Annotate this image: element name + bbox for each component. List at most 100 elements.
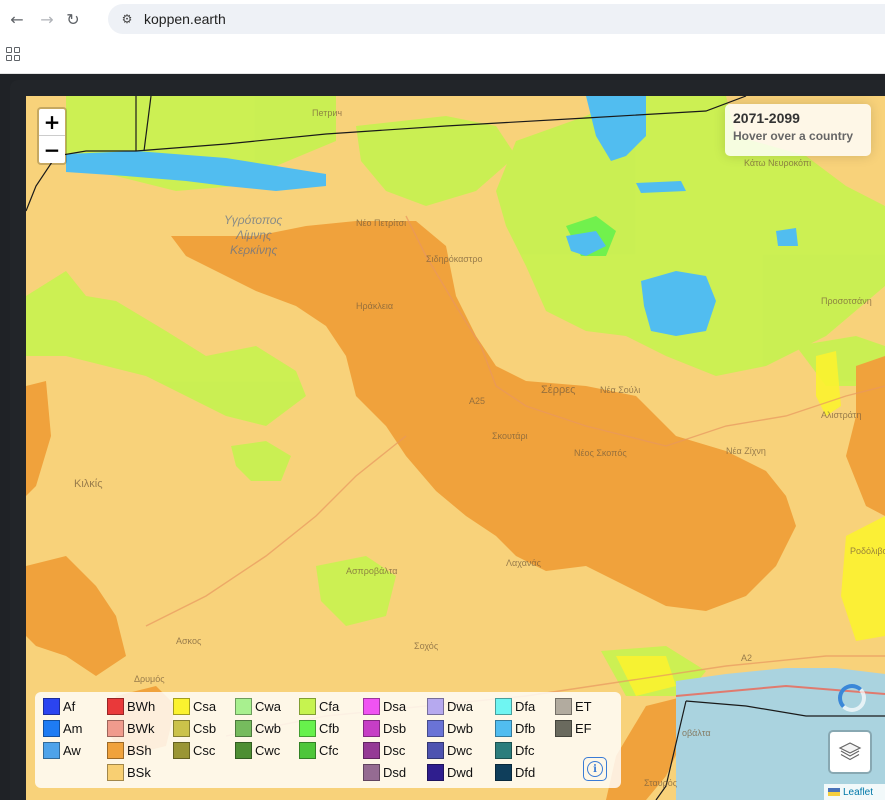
legend-item-dfa: Dfa	[495, 697, 535, 715]
legend-swatch	[495, 763, 512, 781]
forward-arrow-icon[interactable]: →	[36, 8, 58, 30]
leaflet-attribution[interactable]: Leaflet	[824, 784, 885, 800]
legend-label: Csa	[193, 698, 217, 714]
legend-swatch	[299, 697, 316, 715]
place-label-sidirokastro: Σιδηρόκαστρο	[426, 254, 483, 264]
legend-swatch	[427, 763, 444, 781]
legend-item-cwc: Cwc	[235, 741, 280, 759]
legend-label: Dwd	[447, 764, 474, 780]
legend-swatch	[43, 719, 60, 737]
legend-swatch	[173, 741, 190, 759]
address-bar[interactable]: ⚙ koppen.earth	[108, 4, 885, 34]
loading-spinner-icon	[838, 684, 866, 712]
legend-item-dwb: Dwb	[427, 719, 473, 737]
legend-item-cwa: Cwa	[235, 697, 281, 715]
legend-label: EF	[575, 720, 592, 736]
lake-label-3: Κερκίνης	[230, 243, 278, 257]
road-label-a25: A25	[469, 396, 486, 406]
legend-swatch	[427, 719, 444, 737]
legend-item-cfb: Cfb	[299, 719, 339, 737]
legend-swatch	[107, 719, 124, 737]
layers-icon	[838, 742, 862, 761]
apps-grid-icon[interactable]	[6, 47, 20, 61]
legend-swatch	[363, 697, 380, 715]
legend-label: BWk	[127, 720, 155, 736]
legend-item-dsd: Dsd	[363, 763, 406, 781]
info-panel: 2071-2099 Hover over a country	[725, 104, 871, 156]
legend-item-dwd: Dwd	[427, 763, 473, 781]
legend-item-cwb: Cwb	[235, 719, 281, 737]
legend-item-dwc: Dwc	[427, 741, 472, 759]
place-label-sochos: Σοχός	[414, 641, 439, 651]
legend-label: Dwc	[447, 742, 473, 758]
legend-item-ef: EF	[555, 719, 592, 737]
legend-swatch	[363, 719, 380, 737]
legend-label: Cwb	[255, 720, 282, 736]
place-label-rodolivos: Ροδόλιβος	[850, 546, 885, 556]
legend-item-dsb: Dsb	[363, 719, 406, 737]
legend-label: BWh	[127, 698, 156, 714]
legend-label: Cfa	[319, 698, 340, 714]
legend-swatch	[43, 697, 60, 715]
back-arrow-icon[interactable]: ←	[6, 8, 28, 30]
place-label-petrich: Πетрич	[312, 108, 343, 118]
lake-label-2: Λίμνης	[236, 228, 272, 242]
legend-item-et: ET	[555, 697, 592, 715]
legend-item-bsk: BSk	[107, 763, 151, 781]
legend-label: Dfb	[515, 720, 536, 736]
legend-swatch	[495, 719, 512, 737]
place-label-kilkis: Κιλκίς	[74, 478, 103, 490]
legend-item-dsa: Dsa	[363, 697, 406, 715]
legend-swatch	[235, 697, 252, 715]
place-label-skoutari: Σκουτάρι	[492, 431, 528, 441]
zoom-out-button[interactable]: −	[39, 136, 65, 163]
legend-item-bwk: BWk	[107, 719, 154, 737]
legend-swatch	[555, 697, 572, 715]
legend-item-dfd: Dfd	[495, 763, 535, 781]
legend-label: Cfb	[319, 720, 340, 736]
legend-item-cfc: Cfc	[299, 741, 339, 759]
legend-label: BSh	[127, 742, 152, 758]
legend-label: Dsa	[383, 698, 407, 714]
legend-label: Dwa	[447, 698, 474, 714]
legend-label: Dsb	[383, 720, 407, 736]
legend-item-af: Af	[43, 697, 75, 715]
legend-item-aw: Aw	[43, 741, 81, 759]
browser-toolbar: ← → ↻ ⚙ koppen.earth	[0, 0, 885, 74]
legend-swatch	[107, 763, 124, 781]
info-icon: i	[587, 761, 603, 777]
attribution-link[interactable]: Leaflet	[843, 787, 873, 798]
legend-swatch	[363, 741, 380, 759]
legend-label: Dwb	[447, 720, 474, 736]
place-label-prosotsani: Προσοτσάνη	[821, 296, 872, 306]
legend-label: BSk	[127, 764, 151, 780]
reload-icon[interactable]: ↻	[62, 8, 84, 30]
zoom-control: + −	[37, 107, 67, 165]
place-label-askos: Ασκος	[176, 636, 202, 646]
legend-label: Af	[63, 698, 76, 714]
legend-label: Am	[63, 720, 83, 736]
place-label-provalta: οβάλτα	[682, 728, 711, 738]
legend-info-button[interactable]: i	[583, 757, 607, 781]
layers-button[interactable]	[828, 730, 872, 774]
site-settings-icon[interactable]: ⚙	[118, 10, 136, 28]
legend-label: Dfd	[515, 764, 536, 780]
legend-swatch	[495, 741, 512, 759]
place-label-neos-skopos: Νέος Σκοπός	[574, 448, 627, 458]
place-label-nea-souli: Νέα Σούλι	[600, 385, 641, 395]
legend-swatch	[495, 697, 512, 715]
legend-item-am: Am	[43, 719, 83, 737]
legend-item-dsc: Dsc	[363, 741, 405, 759]
legend-item-cfa: Cfa	[299, 697, 339, 715]
zoom-in-button[interactable]: +	[39, 109, 65, 136]
legend-label: Dfa	[515, 698, 536, 714]
legend-label: Dsd	[383, 764, 407, 780]
legend-swatch	[427, 697, 444, 715]
legend-swatch	[235, 719, 252, 737]
legend-label: Cwc	[255, 742, 281, 758]
legend-swatch	[173, 719, 190, 737]
place-label-nea-zichni: Νέα Ζίχνη	[726, 446, 766, 456]
legend-swatch	[107, 697, 124, 715]
legend-item-dfb: Dfb	[495, 719, 535, 737]
legend-item-csb: Csb	[173, 719, 216, 737]
